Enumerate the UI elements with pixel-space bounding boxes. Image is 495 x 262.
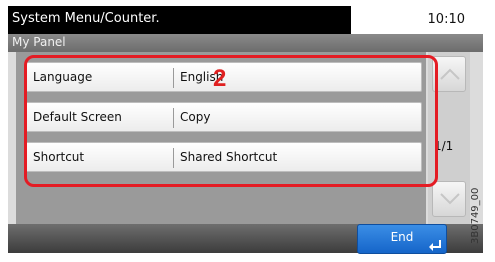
callout-number: 2 [213, 65, 227, 92]
chevron-down-icon [440, 193, 460, 205]
clock: 10:10 [427, 12, 465, 27]
highlight-frame [24, 55, 438, 187]
subtitle: My Panel [12, 35, 66, 49]
title-bar: System Menu/Counter. 10:10 [8, 6, 483, 34]
enter-icon [429, 240, 441, 251]
end-button[interactable]: End [357, 224, 447, 254]
device-panel-screen: System Menu/Counter. 10:10 My Panel Lang… [8, 6, 483, 253]
subtitle-bar: My Panel [8, 34, 483, 52]
title-background: System Menu/Counter. [8, 6, 351, 34]
figure-code: 3B0749_00 [470, 187, 481, 244]
scroll-down-button[interactable] [432, 181, 466, 217]
chevron-up-icon [440, 68, 460, 80]
page-title: System Menu/Counter. [12, 11, 160, 26]
